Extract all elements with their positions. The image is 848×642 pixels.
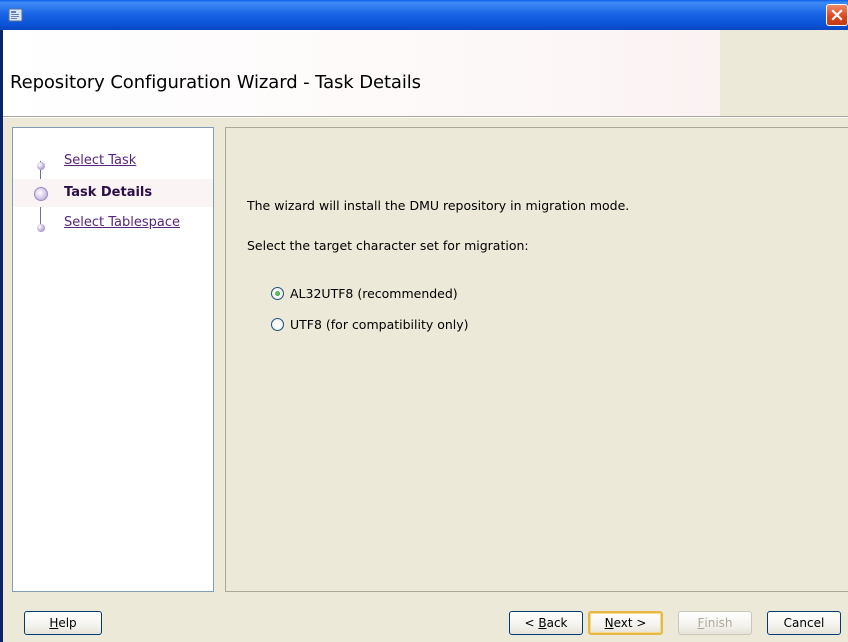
- title-bar[interactable]: [0, 0, 848, 30]
- finish-label: inish: [704, 616, 733, 630]
- help-button[interactable]: Help: [24, 611, 102, 635]
- intro-text: The wizard will install the DMU reposito…: [247, 198, 630, 213]
- back-mnemonic: B: [538, 616, 547, 630]
- nav-item-label[interactable]: Select Tablespace: [64, 215, 180, 230]
- back-prefix: <: [524, 616, 539, 630]
- radio-al32utf8[interactable]: AL32UTF8 (recommended): [271, 284, 458, 302]
- radio-button-unchecked[interactable]: [271, 317, 284, 331]
- radio-button-checked[interactable]: [271, 286, 284, 300]
- help-label: elp: [58, 616, 77, 630]
- app-icon: [8, 8, 23, 22]
- page-title: Repository Configuration Wizard - Task D…: [10, 72, 421, 93]
- close-button[interactable]: [826, 4, 848, 26]
- cancel-button[interactable]: Cancel: [767, 611, 841, 635]
- step-visited-icon: [37, 162, 45, 170]
- close-icon: [831, 9, 843, 21]
- back-button[interactable]: < Back: [509, 611, 583, 635]
- wizard-step-nav: Select Task Task Details Select Tablespa…: [12, 127, 214, 592]
- nav-item-select-tablespace[interactable]: Select Tablespace: [13, 212, 213, 240]
- next-button[interactable]: Next >: [588, 611, 663, 635]
- task-details-panel: The wizard will install the DMU reposito…: [225, 127, 848, 592]
- wizard-header: Repository Configuration Wizard - Task D…: [3, 30, 848, 116]
- nav-item-select-task[interactable]: Select Task: [13, 150, 213, 178]
- back-label: ack: [546, 616, 568, 630]
- radio-label[interactable]: AL32UTF8 (recommended): [290, 286, 458, 301]
- help-mnemonic: H: [49, 616, 59, 630]
- radio-label[interactable]: UTF8 (for compatibility only): [290, 317, 469, 332]
- charset-prompt: Select the target character set for migr…: [247, 238, 529, 253]
- finish-mnemonic: F: [697, 616, 705, 630]
- wizard-window: Repository Configuration Wizard - Task D…: [3, 30, 848, 642]
- step-pending-icon: [37, 224, 45, 232]
- nav-item-label: Task Details: [64, 185, 153, 200]
- header-divider: [3, 116, 848, 118]
- nav-item-label[interactable]: Select Task: [64, 153, 136, 168]
- radio-utf8[interactable]: UTF8 (for compatibility only): [271, 315, 469, 333]
- nav-item-task-details[interactable]: Task Details: [13, 179, 213, 207]
- next-label: ext >: [613, 616, 647, 630]
- next-mnemonic: N: [604, 616, 614, 630]
- finish-button: Finish: [678, 611, 752, 635]
- step-current-icon: [34, 187, 48, 201]
- cancel-label: Cancel: [783, 616, 825, 630]
